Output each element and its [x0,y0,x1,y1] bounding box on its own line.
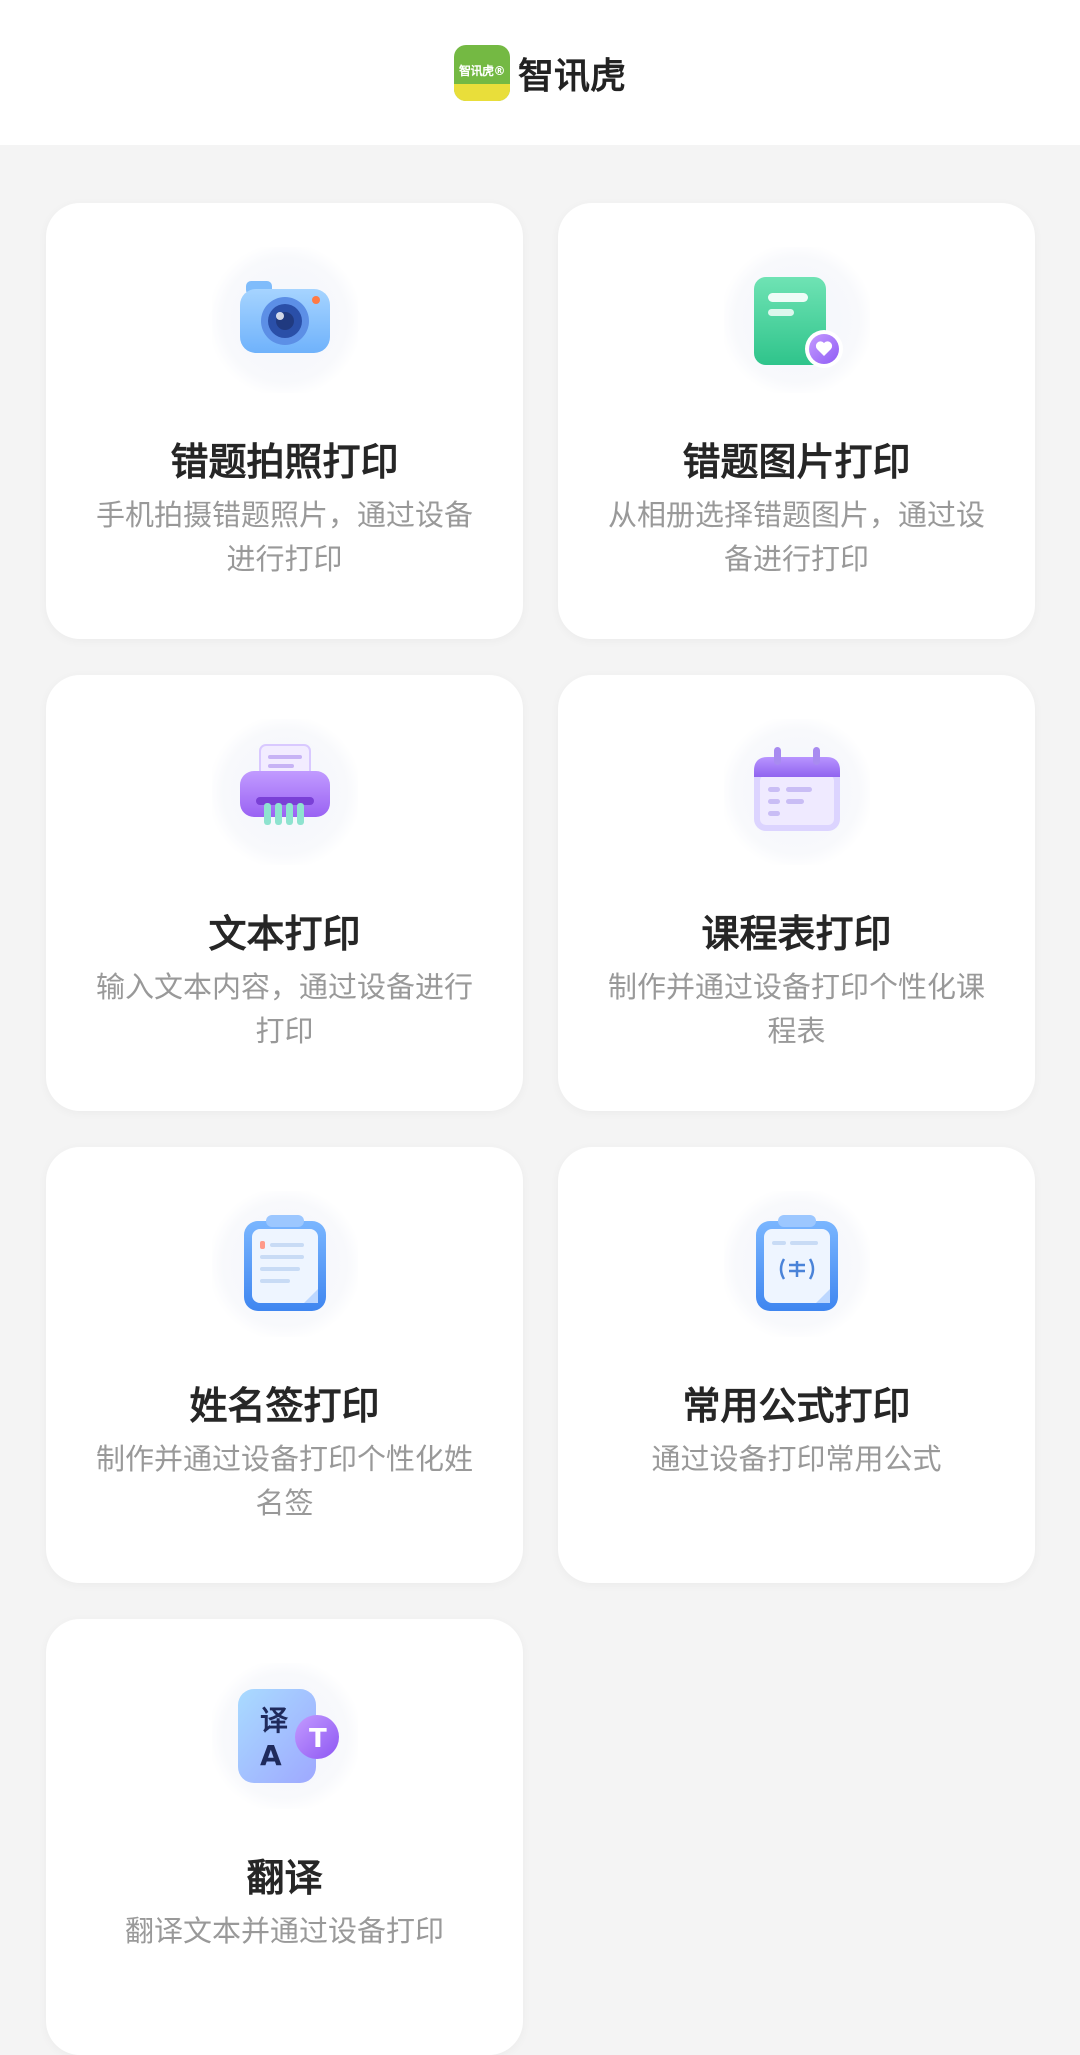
app-name: 智讯虎 [517,55,626,97]
app-logo: 智讯虎® [453,44,510,101]
translate-badge-glyph: T [309,1724,327,1754]
logo-text: 智讯虎® [458,63,506,78]
card-photo-print[interactable]: 错题拍照打印 手机拍摄错题照片，通过设备进行打印 [46,203,523,639]
card-title: 常用公式打印 [682,1384,911,1428]
card-description: 制作并通过设备打印个性化课程表 [607,970,985,1048]
card-title: 姓名签打印 [189,1384,380,1428]
card-title: 错题图片打印 [682,440,911,484]
brand: 智讯虎® 智讯虎 [453,44,626,101]
printer-icon [211,719,358,865]
card-formula-print[interactable]: 常用公式打印 通过设备打印常用公式 [558,1147,1035,1583]
card-description: 从相册选择错题图片，通过设备进行打印 [607,498,985,576]
card-title: 错题拍照打印 [170,440,399,484]
card-description: 输入文本内容，通过设备进行打印 [95,970,473,1048]
clipboard-icon [211,1191,358,1337]
app-header: 智讯虎® 智讯虎 [0,0,1080,145]
calendar-icon [723,719,870,865]
card-text-print[interactable]: 文本打印 输入文本内容，通过设备进行打印 [46,675,523,1111]
card-description: 制作并通过设备打印个性化姓名签 [95,1442,473,1520]
formula-clipboard-icon [723,1191,870,1337]
translate-glyph-bottom: A [260,1739,282,1772]
card-nametag-print[interactable]: 姓名签打印 制作并通过设备打印个性化姓名签 [46,1147,523,1583]
logo-band [453,83,510,101]
card-translate[interactable]: 译 A T 翻译 翻译文本并通过设备打印 [46,1619,523,2055]
translate-icon: 译 A T [211,1663,358,1809]
camera-icon [211,247,358,393]
card-title: 文本打印 [208,912,361,956]
translate-glyph-top: 译 [260,1704,289,1737]
card-description: 手机拍摄错题照片，通过设备进行打印 [95,498,473,576]
card-image-print[interactable]: 错题图片打印 从相册选择错题图片，通过设备进行打印 [558,203,1035,639]
image-document-icon [723,247,870,393]
card-title: 课程表打印 [701,912,892,956]
card-title: 翻译 [246,1856,323,1900]
card-description: 翻译文本并通过设备打印 [124,1914,444,1948]
card-schedule-print[interactable]: 课程表打印 制作并通过设备打印个性化课程表 [558,675,1035,1111]
card-description: 通过设备打印常用公式 [651,1442,942,1476]
